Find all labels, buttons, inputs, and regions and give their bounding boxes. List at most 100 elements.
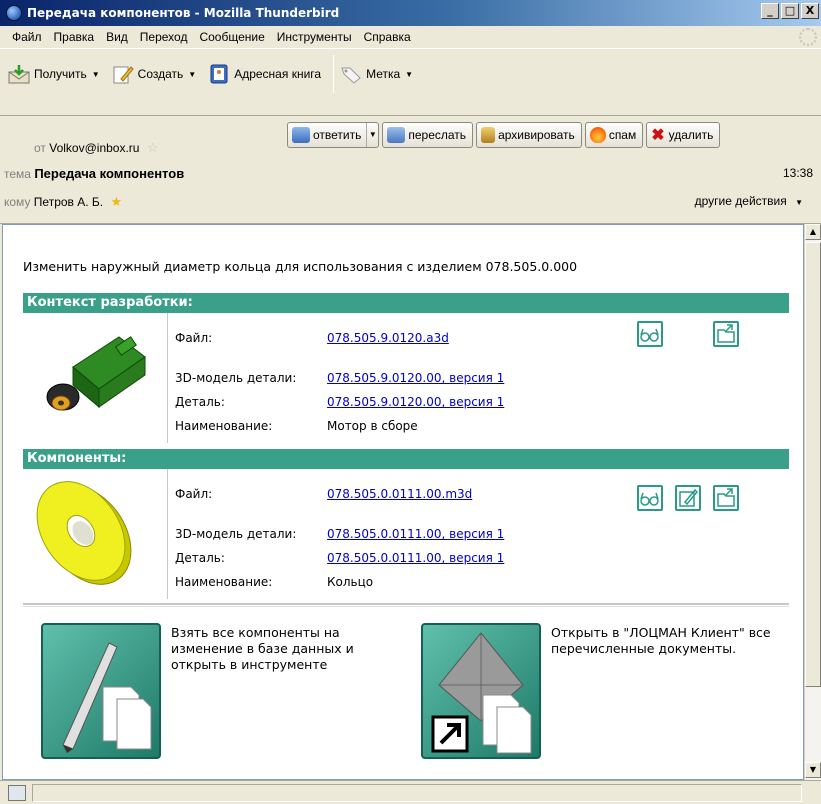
menu-file[interactable]: Файл — [6, 30, 48, 44]
context-open-folder-icon[interactable] — [713, 321, 739, 347]
from-row: от Volkov@inbox.ru ☆ — [34, 140, 158, 156]
reply-label: ответить — [313, 128, 362, 142]
components-view-glasses-icon[interactable] — [637, 485, 663, 511]
intro-text: Изменить наружный диаметр кольца для исп… — [23, 259, 578, 274]
tag-icon — [340, 64, 362, 84]
address-book-label: Адресная книга — [234, 67, 322, 81]
context-name-label: Наименование: — [175, 419, 273, 433]
toolbar-separator — [333, 55, 335, 93]
menu-go[interactable]: Переход — [134, 30, 194, 44]
components-edit-icon[interactable] — [675, 485, 701, 511]
to-value[interactable]: Петров А. Б. — [34, 195, 103, 209]
maximize-button[interactable]: □ — [781, 3, 799, 19]
context-name-value: Мотор в сборе — [327, 419, 418, 433]
menu-help[interactable]: Справка — [358, 30, 417, 44]
components-file-label: Файл: — [175, 487, 213, 501]
subject-value: Передача компонентов — [34, 166, 185, 181]
ring-part-image — [23, 469, 168, 599]
components-name-label: Наименование: — [175, 575, 273, 589]
archive-button[interactable]: архивировать — [476, 122, 582, 148]
get-mail-label: Получить — [34, 67, 87, 81]
spam-flame-icon — [589, 127, 606, 143]
message-scrollbar[interactable]: ▲ ▼ — [804, 224, 821, 780]
thunderbird-icon — [6, 5, 22, 21]
tag-label: Метка — [366, 67, 401, 81]
scroll-up-icon[interactable]: ▲ — [805, 224, 821, 240]
message-time: 13:38 — [782, 166, 813, 180]
get-mail-dropdown-icon[interactable]: ▼ — [92, 70, 100, 79]
from-star-icon[interactable]: ☆ — [147, 140, 159, 155]
other-actions-dropdown-icon: ▼ — [795, 198, 803, 207]
delete-button[interactable]: ✖ удалить — [646, 122, 721, 148]
reply-dropdown-icon[interactable]: ▼ — [366, 123, 378, 147]
online-status-icon[interactable] — [8, 785, 26, 801]
context-model-link[interactable]: 078.505.9.0120.00, версия 1 — [327, 371, 504, 385]
components-model-link[interactable]: 078.505.0.0111.00, версия 1 — [327, 527, 504, 541]
take-components-button[interactable] — [41, 623, 161, 759]
context-section-header: Контекст разработки: — [23, 293, 789, 313]
main-toolbar: Получить ▼ Создать ▼ Адресная книга Метк… — [0, 48, 821, 116]
message-actions: ответить ▼ переслать архивировать спам ✖… — [287, 122, 721, 148]
compose-dropdown-icon[interactable]: ▼ — [188, 70, 196, 79]
compose-label: Создать — [137, 67, 184, 81]
activity-throbber-icon — [799, 28, 817, 46]
menu-view[interactable]: Вид — [100, 30, 134, 44]
close-button[interactable]: X — [801, 3, 819, 19]
to-star-icon[interactable]: ★ — [110, 194, 122, 209]
context-file-link[interactable]: 078.505.9.0120.a3d — [327, 331, 449, 345]
menu-edit[interactable]: Правка — [48, 30, 101, 44]
scroll-down-icon[interactable]: ▼ — [805, 762, 821, 778]
context-view-glasses-icon[interactable] — [637, 321, 663, 347]
menu-bar: Файл Правка Вид Переход Сообщение Инстру… — [0, 26, 821, 48]
status-bar — [0, 780, 821, 804]
other-actions-label: другие действия — [694, 194, 787, 208]
scroll-thumb[interactable] — [805, 242, 821, 687]
components-model-label: 3D-модель детали: — [175, 527, 297, 541]
to-row: кому Петров А. Б. ★ — [4, 194, 122, 210]
menu-tools[interactable]: Инструменты — [271, 30, 358, 44]
tag-button[interactable]: Метка ▼ — [340, 62, 413, 86]
tag-dropdown-icon[interactable]: ▼ — [405, 70, 413, 79]
open-in-lotsman-button[interactable] — [421, 623, 541, 759]
components-file-link[interactable]: 078.505.0.0111.00.m3d — [327, 487, 472, 501]
minimize-button[interactable]: _ — [761, 3, 779, 19]
get-mail-icon — [8, 64, 30, 84]
subject-label: тема — [4, 167, 31, 181]
context-section: Файл: 078.505.9.0120.a3d 3D-модель детал… — [23, 313, 789, 443]
spam-button[interactable]: спам — [584, 122, 644, 148]
get-mail-button[interactable]: Получить ▼ — [8, 62, 100, 86]
take-components-text: Взять все компоненты на изменение в базе… — [171, 625, 354, 672]
archive-label: архивировать — [498, 128, 575, 142]
window-title-bar[interactable]: Передача компонентов - Mozilla Thunderbi… — [0, 0, 821, 26]
message-body[interactable]: Изменить наружный диаметр кольца для исп… — [2, 224, 804, 780]
components-part-link[interactable]: 078.505.0.0111.00, версия 1 — [327, 551, 504, 565]
components-open-folder-icon[interactable] — [713, 485, 739, 511]
from-label: от — [34, 141, 46, 155]
window-title: Передача компонентов - Mozilla Thunderbi… — [27, 6, 340, 20]
to-label: кому — [4, 195, 31, 209]
menu-message[interactable]: Сообщение — [193, 30, 270, 44]
delete-x-icon: ✖ — [651, 127, 665, 144]
from-address[interactable]: Volkov@inbox.ru — [49, 141, 139, 155]
context-part-label: Деталь: — [175, 395, 225, 409]
message-header: от Volkov@inbox.ru ☆ ответить ▼ переслат… — [0, 116, 821, 224]
forward-icon — [387, 127, 406, 143]
compose-button[interactable]: Создать ▼ — [112, 62, 196, 86]
components-name-value: Кольцо — [327, 575, 374, 589]
archive-icon — [481, 127, 496, 143]
reply-button[interactable]: ответить ▼ — [287, 122, 380, 148]
other-actions-button[interactable]: другие действия ▼ — [695, 194, 803, 208]
forward-button[interactable]: переслать — [382, 122, 474, 148]
context-model-label: 3D-модель детали: — [175, 371, 297, 385]
open-in-lotsman-text: Открыть в "ЛОЦМАН Клиент" все перечислен… — [551, 625, 771, 656]
forward-label: переслать — [408, 128, 467, 142]
reply-icon — [292, 127, 310, 143]
status-text-field — [32, 784, 802, 802]
components-section-header: Компоненты: — [23, 449, 789, 469]
delete-label: удалить — [668, 128, 714, 142]
subject-row: тема Передача компонентов — [4, 166, 184, 181]
address-book-button[interactable]: Адресная книга — [208, 62, 321, 86]
components-part-label: Деталь: — [175, 551, 225, 565]
context-part-link[interactable]: 078.505.9.0120.00, версия 1 — [327, 395, 504, 409]
components-section: Файл: 078.505.0.0111.00.m3d 3D-модель де… — [23, 469, 789, 599]
